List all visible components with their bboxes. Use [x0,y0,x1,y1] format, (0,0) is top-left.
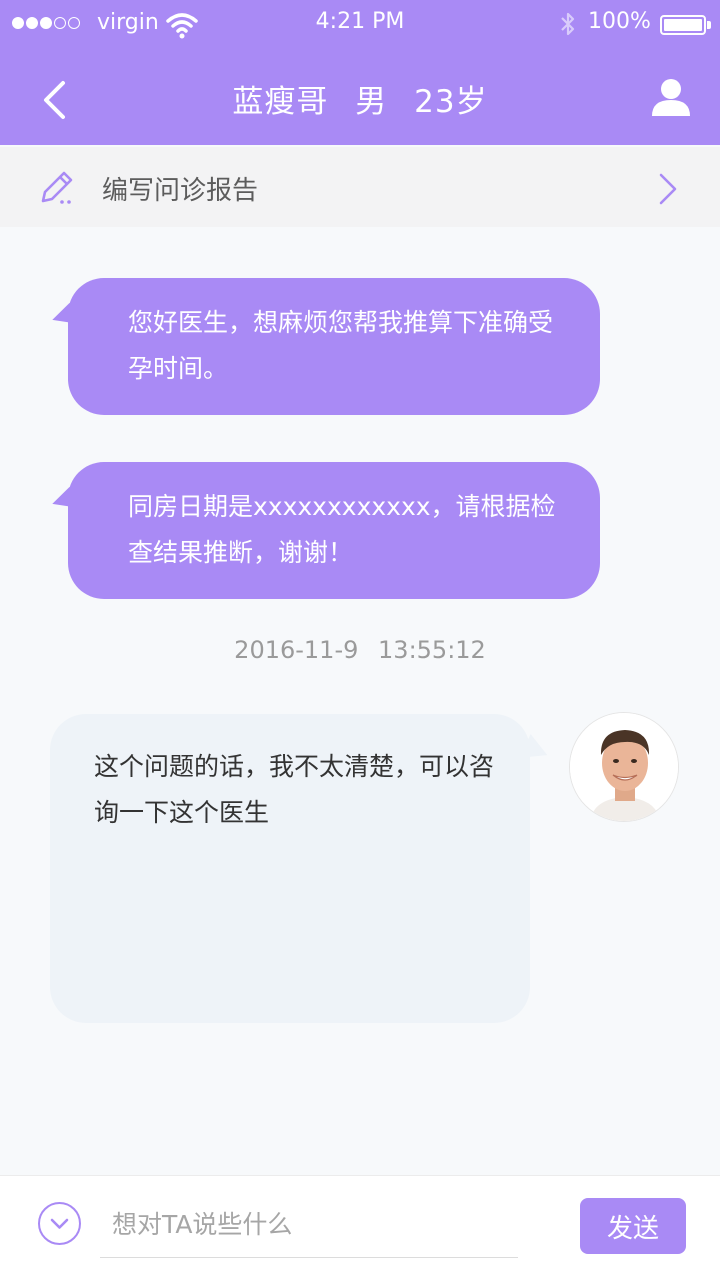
doctor-face-icon [570,713,678,821]
message-timestamp: 2016-11-9 13:55:12 [0,636,720,664]
doctor-message-bubble: 这个问题的话，我不太清楚，可以咨询一下这个医生 [50,714,530,1023]
patient-message-bubble: 同房日期是xxxxxxxxxxxx，请根据检查结果推断，谢谢！ [68,462,600,599]
bluetooth-icon [561,12,575,36]
message-input[interactable] [100,1192,518,1256]
write-report-label: 编写问诊报告 [102,176,259,206]
battery-percentage: 100% [588,9,651,34]
patient-message-bubble: 您好医生，想麻烦您帮我推算下准确受孕时间。 [68,278,600,415]
message-text: 同房日期是xxxxxxxxxxxx，请根据检查结果推断，谢谢！ [128,492,556,567]
chevron-right-icon [659,173,677,205]
patient-age: 23岁 [414,84,488,120]
timestamp-time: 13:55:12 [378,636,486,664]
pencil-icon [41,171,73,204]
top-bar: virgin 4:21 PM 100% 蓝瘦哥 男 23岁 [0,0,720,145]
doctor-avatar[interactable] [569,712,679,822]
status-bar: virgin 4:21 PM 100% [0,0,720,50]
page-title: 蓝瘦哥 男 23岁 [0,76,720,121]
timestamp-date: 2016-11-9 [234,636,359,664]
message-input-wrapper [100,1192,518,1258]
battery-tip [707,21,711,29]
send-button[interactable]: 发送 [580,1198,686,1254]
patient-name: 蓝瘦哥 [232,84,329,120]
chevron-down-circle-icon[interactable] [38,1202,81,1245]
user-profile-icon[interactable] [650,78,692,118]
message-text: 这个问题的话，我不太清楚，可以咨询一下这个医生 [94,752,495,827]
battery-icon [660,15,706,35]
message-text: 您好医生，想麻烦您帮我推算下准确受孕时间。 [128,308,554,383]
patient-gender: 男 [355,84,388,120]
